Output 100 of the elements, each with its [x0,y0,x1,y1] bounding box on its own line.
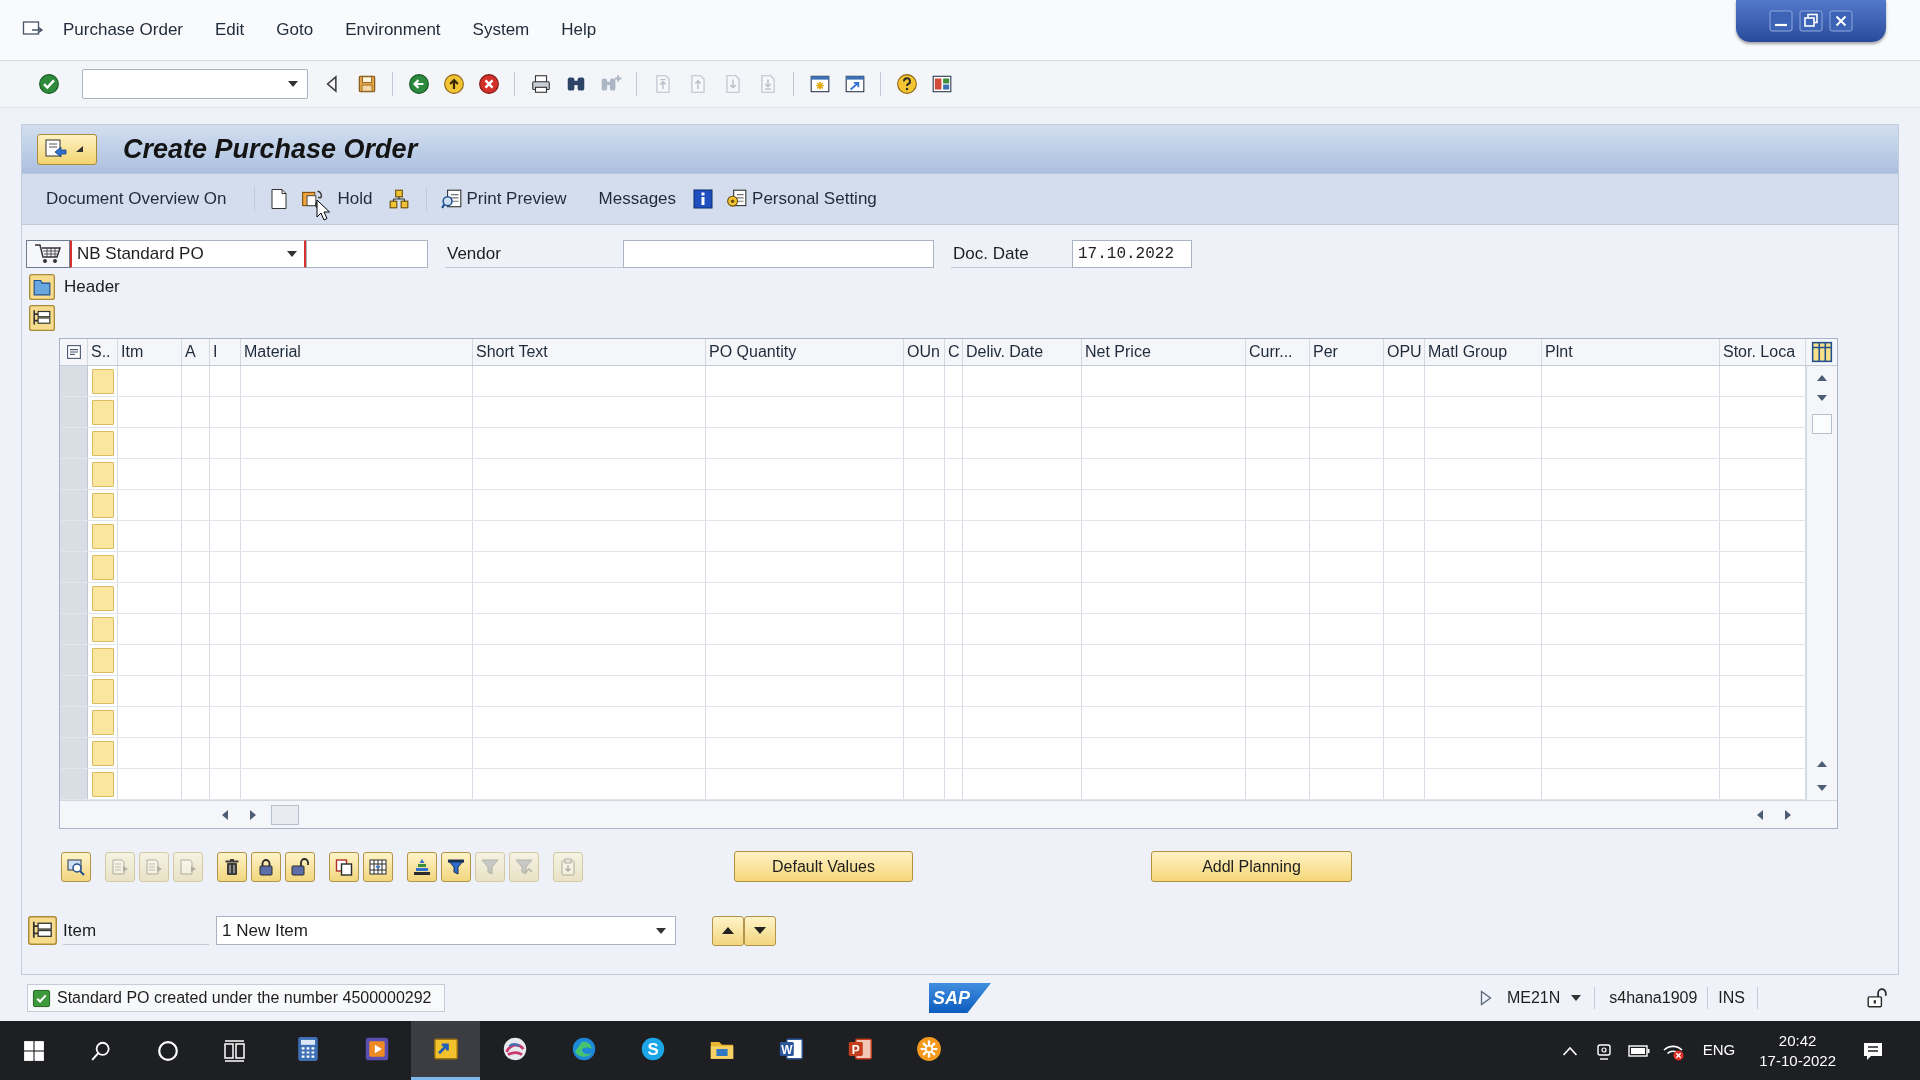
previous-item-button[interactable] [712,915,744,946]
down-triangle-icon[interactable] [753,926,767,935]
menu-item[interactable]: Environment [329,17,457,43]
print-icon[interactable] [529,73,552,95]
scroll-up-icon[interactable] [1816,760,1828,768]
scroll-thumb[interactable] [1812,414,1832,434]
clock-date[interactable]: 17-10-2022 [1759,1050,1836,1071]
scroll-down-icon[interactable] [1816,784,1828,792]
addl-planning-button[interactable]: Addl Planning [1151,851,1352,882]
help-icon[interactable] [895,73,918,95]
task-view-icon[interactable] [222,1039,247,1062]
panel-icon[interactable] [29,274,55,300]
column-header[interactable]: OUn [904,339,945,365]
column-header[interactable]: Short Text [473,339,706,365]
transaction-code[interactable]: ME21N [1506,986,1561,1010]
column-header[interactable]: PO Quantity [706,339,904,365]
column-header[interactable]: Curr... [1246,339,1310,365]
date-field[interactable]: 17.10.2022 [1072,240,1192,268]
column-header[interactable]: Stor. Loca [1720,339,1806,365]
column-header[interactable]: Itm [118,339,182,365]
scroll-left-icon[interactable] [1756,808,1764,821]
order-type-dropdown[interactable]: NB Standard PO [70,240,306,268]
status-cell [91,709,114,735]
column-header[interactable]: C [945,339,963,365]
screen-menu-button[interactable] [37,133,97,165]
column-header[interactable]: Plnt [1542,339,1720,365]
column-header[interactable]: I [210,339,241,365]
taskbar-app[interactable]: P [825,1021,894,1080]
linked-boxes-icon[interactable] [388,188,411,210]
unlock-icon[interactable] [1866,987,1888,1009]
default-values-button[interactable]: Default Values [734,851,913,882]
toolbar-button[interactable]: Print Preview [435,183,573,215]
input-field[interactable] [623,240,934,268]
check-icon[interactable] [37,73,60,95]
item-dropdown[interactable]: 1 New Item [216,916,676,945]
toolbar-button[interactable]: Personal Setting [722,183,881,215]
blank-page-icon[interactable] [269,188,290,210]
caret-icon[interactable] [76,146,83,152]
scroll-down-icon[interactable] [1816,394,1828,402]
toolbar-button[interactable]: Document Overview On [38,183,235,215]
scroll-left-icon[interactable] [221,808,229,821]
column-header[interactable]: Per [1310,339,1384,365]
next-item-button[interactable] [744,915,776,946]
scroll-thumb[interactable] [271,804,299,825]
battery-icon[interactable] [1627,1043,1650,1058]
status-cell [91,740,114,766]
menu-item[interactable]: System [456,17,546,43]
grid-icon[interactable] [1810,341,1833,363]
tree-icon[interactable] [28,916,57,945]
list-icon[interactable] [65,344,82,360]
menu-item[interactable]: Edit [199,17,261,43]
up-triangle-icon[interactable] [721,926,735,935]
column-header[interactable]: Material [241,339,473,365]
info-icon[interactable] [693,189,714,209]
cancel-icon[interactable] [477,73,500,95]
start-icon[interactable] [22,1039,45,1062]
minimize-icon[interactable] [1769,10,1793,32]
column-header[interactable]: S.. [88,339,118,365]
column-header[interactable]: Matl Group [1425,339,1542,365]
caret-down-icon[interactable] [286,250,298,258]
document-arrows-icon[interactable] [44,138,68,160]
caret-down-icon[interactable] [1570,994,1583,1002]
search-icon[interactable] [89,1039,112,1062]
field-label: Item [63,916,209,945]
language-indicator[interactable]: ENG [1702,1039,1736,1062]
column-header[interactable]: Deliv. Date [963,339,1082,365]
column-header[interactable]: A [182,339,210,365]
caret-down-icon[interactable] [287,80,299,88]
close-icon[interactable] [1829,10,1853,32]
new-window-icon[interactable] [808,73,831,95]
scroll-up-icon[interactable] [1816,374,1828,382]
play-triangle-icon[interactable] [1479,990,1492,1006]
notification-icon[interactable] [1862,1040,1884,1061]
layout-icon[interactable] [930,73,953,95]
taskbar-app[interactable] [411,1021,480,1080]
command-field[interactable] [82,69,308,99]
circle-icon[interactable] [156,1039,179,1062]
toolbar-button[interactable]: Hold [329,183,381,215]
column-header[interactable]: OPU [1384,339,1425,365]
clock-time[interactable]: 20:42 [1778,1030,1817,1051]
restore-icon[interactable] [1799,10,1823,32]
settings-document-icon[interactable] [726,188,749,210]
menu-item[interactable]: Purchase Order [47,17,199,43]
cart-button[interactable] [26,240,70,268]
scroll-right-icon[interactable] [1784,808,1792,821]
toolbar-button[interactable]: Messages [590,183,685,215]
screen-title: Create Purchase Order [123,132,418,166]
input-field[interactable] [306,240,428,268]
shortcut-icon[interactable] [843,73,866,95]
taskbar-app[interactable]: W [756,1021,825,1080]
column-header[interactable]: Net Price [1082,339,1246,365]
cart-icon[interactable] [34,243,62,265]
tree-icon[interactable] [29,305,55,331]
scroll-right-icon[interactable] [249,808,257,821]
menu-item[interactable]: Goto [260,17,330,43]
caret-up-icon[interactable] [1561,1045,1578,1056]
menu-item[interactable]: Help [545,17,613,43]
caret-down-icon[interactable] [655,926,667,935]
flower-icon[interactable] [914,1035,943,1063]
print-preview-icon[interactable] [441,188,464,210]
